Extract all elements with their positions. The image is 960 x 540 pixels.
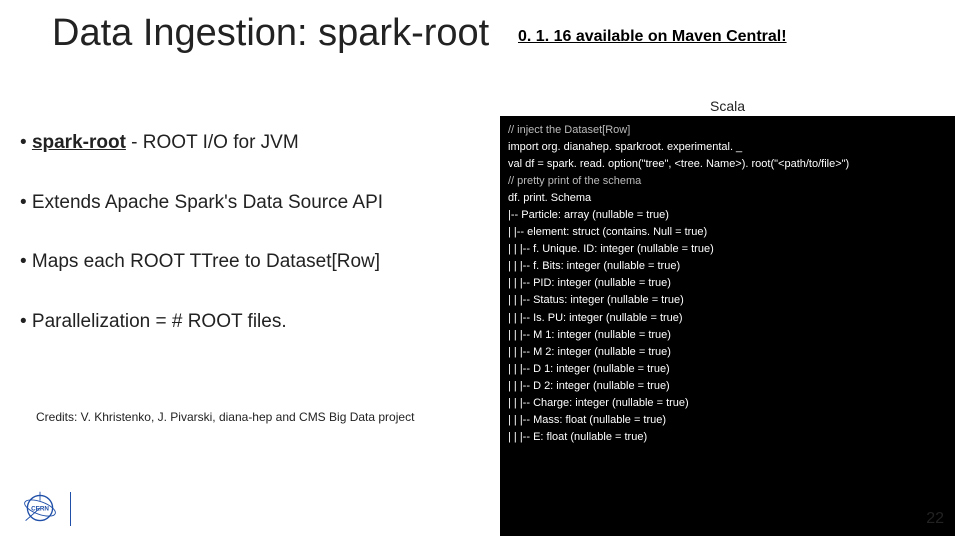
code-line: | |-- element: struct (contains. Null = … bbox=[508, 224, 947, 241]
bullet-list: • spark-root - ROOT I/O for JVM • Extend… bbox=[20, 130, 490, 369]
spark-root-link[interactable]: spark-root bbox=[32, 132, 126, 153]
code-line: val df = spark. read. option("tree", <tr… bbox=[508, 156, 947, 173]
code-line: | | |-- f. Unique. ID: integer (nullable… bbox=[508, 241, 947, 258]
code-line: | | |-- M 1: integer (nullable = true) bbox=[508, 327, 947, 344]
scala-label: Scala bbox=[500, 98, 955, 114]
logo-divider bbox=[70, 492, 71, 526]
bullet-item: • Extends Apache Spark's Data Source API bbox=[20, 190, 490, 216]
bullet-item: • spark-root - ROOT I/O for JVM bbox=[20, 130, 490, 156]
bullet-text: - ROOT I/O for JVM bbox=[126, 132, 299, 153]
code-line: | | |-- f. Bits: integer (nullable = tru… bbox=[508, 258, 947, 275]
code-line: | | |-- Is. PU: integer (nullable = true… bbox=[508, 310, 947, 327]
maven-link[interactable]: 0. 1. 16 available on Maven Central! bbox=[518, 28, 787, 46]
cern-logo-icon: CERN bbox=[22, 490, 58, 526]
code-line: // inject the Dataset[Row] bbox=[508, 122, 947, 139]
code-line: | | |-- E: float (nullable = true) bbox=[508, 429, 947, 446]
code-line: | | |-- D 2: integer (nullable = true) bbox=[508, 378, 947, 395]
code-line: | | |-- D 1: integer (nullable = true) bbox=[508, 361, 947, 378]
code-line: |-- Particle: array (nullable = true) bbox=[508, 207, 947, 224]
code-line: | | |-- Status: integer (nullable = true… bbox=[508, 292, 947, 309]
bullet-item: • Parallelization = # ROOT files. bbox=[20, 309, 490, 335]
code-block: // inject the Dataset[Row] import org. d… bbox=[500, 116, 955, 536]
code-line: import org. dianahep. sparkroot. experim… bbox=[508, 139, 947, 156]
page-number: 22 bbox=[926, 510, 944, 528]
bullet-marker: • bbox=[20, 132, 32, 153]
code-line: | | |-- Charge: integer (nullable = true… bbox=[508, 395, 947, 412]
svg-text:CERN: CERN bbox=[31, 506, 49, 513]
code-line: // pretty print of the schema bbox=[508, 173, 947, 190]
slide: Data Ingestion: spark-root 0. 1. 16 avai… bbox=[0, 0, 960, 540]
code-line: | | |-- M 2: integer (nullable = true) bbox=[508, 344, 947, 361]
page-title: Data Ingestion: spark-root bbox=[52, 12, 489, 55]
credits-text: Credits: V. Khristenko, J. Pivarski, dia… bbox=[36, 410, 414, 424]
code-line: df. print. Schema bbox=[508, 190, 947, 207]
code-line: | | |-- PID: integer (nullable = true) bbox=[508, 275, 947, 292]
bullet-item: • Maps each ROOT TTree to Dataset[Row] bbox=[20, 249, 490, 275]
code-line: | | |-- Mass: float (nullable = true) bbox=[508, 412, 947, 429]
